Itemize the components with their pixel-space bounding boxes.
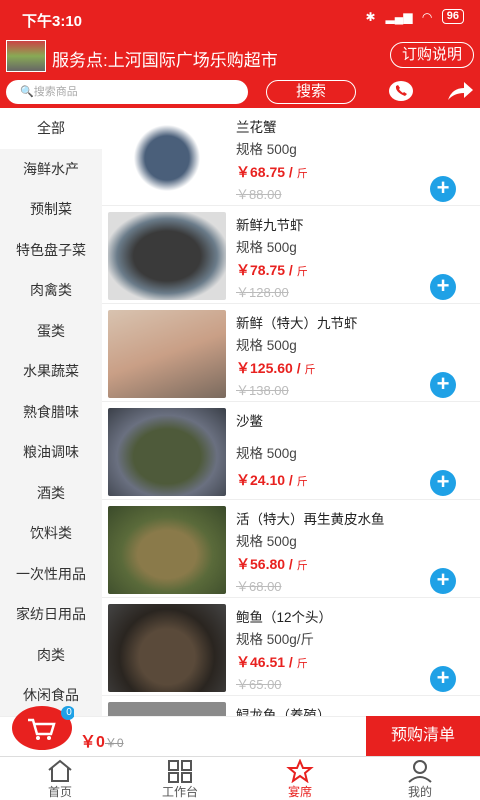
product-name: 兰花蟹 [236,120,277,135]
sidebar-item-meat[interactable]: 肉类 [0,635,102,676]
product-image-crab[interactable] [108,114,226,202]
signal-icon: ▂▄▆ [385,9,413,24]
tab-workbench[interactable]: 工作台 [120,757,240,800]
sidebar-item-household[interactable]: 家纺日用品 [0,594,102,635]
sidebar-item-liquor[interactable]: 酒类 [0,473,102,514]
star-icon [286,759,314,783]
product-price: ￥125.60 / 斤 [236,360,316,376]
list-item[interactable]: 鲟龙鱼（养殖） [102,696,480,716]
sidebar-item-prepared[interactable]: 预制菜 [0,189,102,230]
tab-label: 首页 [47,785,72,799]
add-to-cart-button[interactable]: + [430,372,456,398]
product-price: ￥78.75 / 斤 [236,262,308,278]
status-time: 下午3:10 [22,13,83,30]
product-original-price: ￥65.00 [236,677,282,692]
list-item[interactable]: 新鲜九节虾 规格 500g ￥78.75 / 斤 ￥128.00 + [102,206,480,304]
product-name: 新鲜九节虾 [236,218,304,233]
add-to-cart-button[interactable]: + [430,666,456,692]
product-image-turtle[interactable] [108,408,226,496]
product-list: 兰花蟹 规格 500g ￥68.75 / 斤 ￥88.00 + 新鲜九节虾 规格… [102,108,480,716]
list-item[interactable]: 兰花蟹 规格 500g ￥68.75 / 斤 ￥88.00 + [102,108,480,206]
product-original-price: ￥138.00 [236,383,289,398]
status-bar: 下午3:10 ✱ ▂▄▆ ◠ 96 [0,0,480,38]
product-spec: 规格 500g [236,534,297,549]
product-spec: 规格 500g [236,338,297,353]
sidebar-item-platter[interactable]: 特色盘子菜 [0,230,102,271]
product-name: 新鲜（特大）九节虾 [236,316,358,331]
store-image [6,40,46,72]
bluetooth-icon: ✱ [365,9,376,24]
tab-label: 我的 [407,785,432,799]
user-icon [408,760,432,783]
product-price: ￥56.80 / 斤 [236,556,308,572]
product-spec: 规格 500g [236,446,297,461]
sidebar-item-deli[interactable]: 熟食腊味 [0,392,102,433]
product-spec: 规格 500g [236,240,297,255]
search-input[interactable]: 🔍搜索商品 [6,80,248,104]
tab-home[interactable]: 首页 [0,757,120,800]
product-original-price: ￥88.00 [236,187,282,202]
sidebar-item-all[interactable]: 全部 [0,108,102,149]
tab-label: 宴席 [287,785,312,799]
sidebar-item-drinks[interactable]: 饮料类 [0,513,102,554]
add-to-cart-button[interactable]: + [430,274,456,300]
product-spec: 规格 500g [236,142,297,157]
bottom-tab-bar: 首页 工作台 宴席 我的 [0,756,480,800]
category-sidebar: 全部 海鲜水产 预制菜 特色盘子菜 肉禽类 蛋类 水果蔬菜 熟食腊味 粮油调味 … [0,108,102,716]
product-name: 鲟龙鱼（养殖） [236,708,331,716]
app-header: 服务点:上河国际广场乐购超市 订购说明 [0,38,480,74]
add-to-cart-button[interactable]: + [430,176,456,202]
cart-total: ￥0￥0 [80,734,124,751]
product-image-shrimp[interactable] [108,212,226,300]
product-price: ￥46.51 / 斤 [236,654,308,670]
list-item[interactable]: 活（特大）再生黄皮水鱼 规格 500g ￥56.80 / 斤 ￥68.00 + [102,500,480,598]
share-icon[interactable] [446,80,474,102]
list-item[interactable]: 鲍鱼（12个头） 规格 500g/斤 ￥46.51 / 斤 ￥65.00 + [102,598,480,696]
sidebar-item-grain-oil[interactable]: 粮油调味 [0,432,102,473]
tab-label: 工作台 [161,785,198,799]
home-icon [48,759,72,782]
workbench-icon [168,760,192,783]
product-image-softshell-turtle[interactable] [108,506,226,594]
product-image-abalone[interactable] [108,604,226,692]
add-to-cart-button[interactable]: + [430,470,456,496]
sidebar-item-seafood[interactable]: 海鲜水产 [0,149,102,190]
product-spec: 规格 500g/斤 [236,632,315,647]
product-original-price: ￥128.00 [236,285,289,300]
add-to-cart-button[interactable]: + [430,568,456,594]
product-image-large-shrimp[interactable] [108,310,226,398]
product-price: ￥24.10 / 斤 [236,472,308,488]
search-bar: 🔍搜索商品 搜索 [0,74,480,108]
sidebar-item-poultry[interactable]: 肉禽类 [0,270,102,311]
order-instructions-button[interactable]: 订购说明 [390,42,474,68]
tab-banquet[interactable]: 宴席 [240,757,360,800]
cart-count-badge: 0 [66,707,72,718]
wifi-icon: ◠ [422,9,432,24]
list-item[interactable]: 新鲜（特大）九节虾 规格 500g ￥125.60 / 斤 ￥138.00 + [102,304,480,402]
tab-profile[interactable]: 我的 [360,757,480,800]
preorder-list-button[interactable]: 预购清单 [366,716,480,756]
search-button[interactable]: 搜索 [266,80,356,104]
sidebar-item-eggs[interactable]: 蛋类 [0,311,102,352]
product-name: 沙鳖 [236,414,263,429]
product-price: ￥68.75 / 斤 [236,164,308,180]
sidebar-item-disposables[interactable]: 一次性用品 [0,554,102,595]
product-image-sturgeon[interactable] [108,702,226,716]
battery-indicator: 96 [441,9,464,24]
list-item[interactable]: 沙鳖 规格 500g ￥24.10 / 斤 + [102,402,480,500]
phone-icon[interactable] [388,80,414,102]
service-point: 服务点:上河国际广场乐购超市 [52,51,278,70]
sidebar-item-produce[interactable]: 水果蔬菜 [0,351,102,392]
product-original-price: ￥68.00 [236,579,282,594]
product-name: 活（特大）再生黄皮水鱼 [236,512,385,527]
product-name: 鲍鱼（12个头） [236,610,333,625]
